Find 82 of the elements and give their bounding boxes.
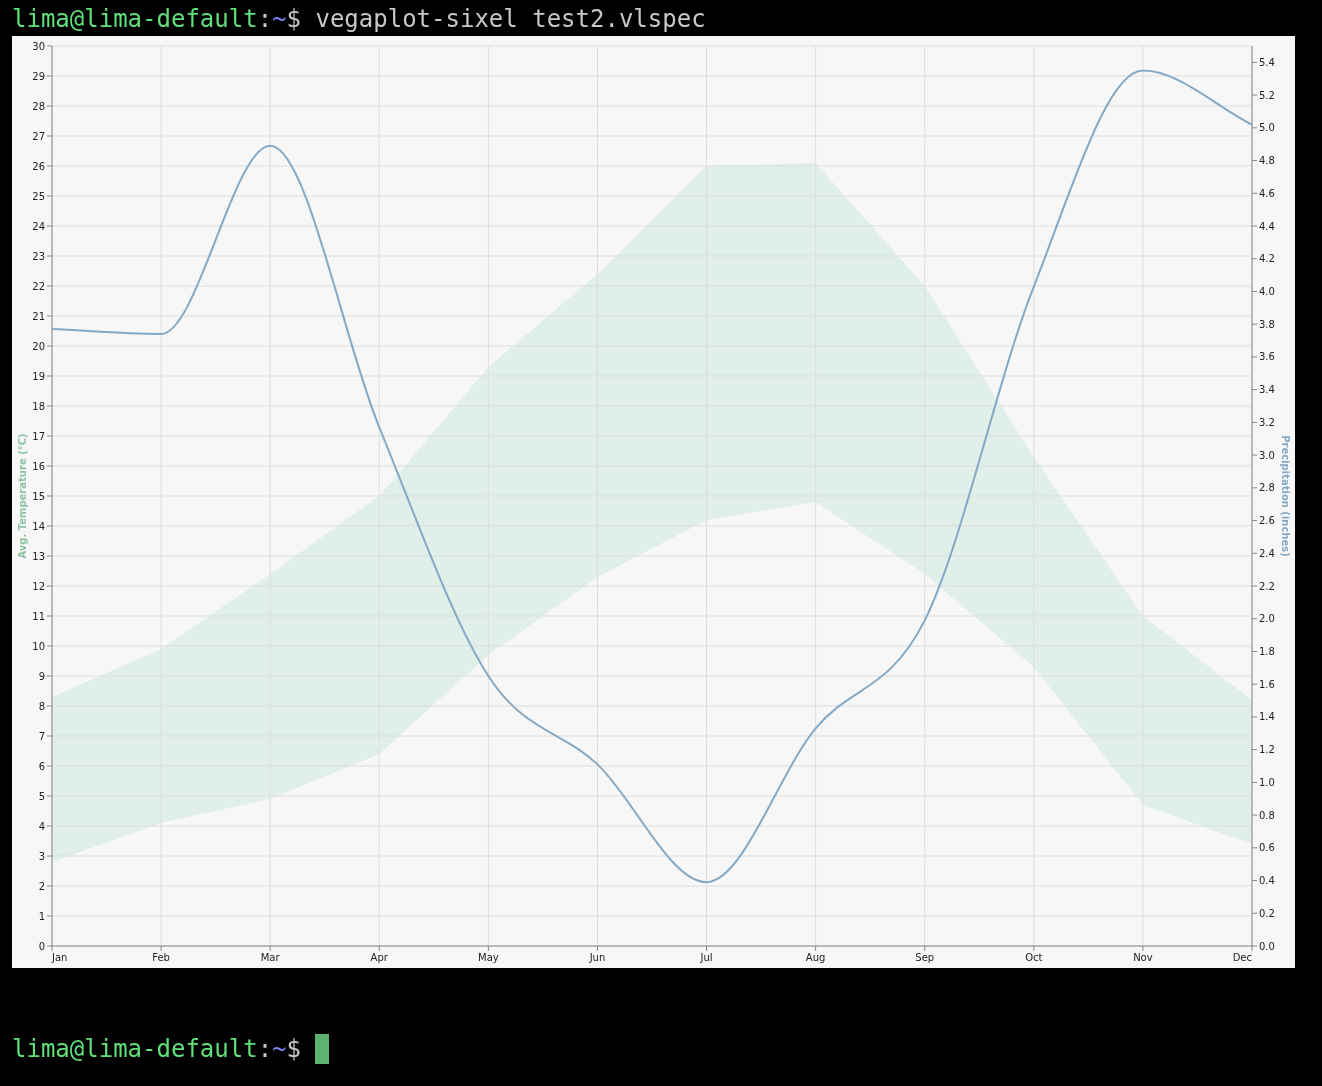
- y-tick-label: 16: [32, 460, 45, 472]
- y-tick-label: 13: [32, 550, 45, 562]
- y2-tick-label: 3.8: [1259, 318, 1275, 330]
- y2-tick-label: 0.2: [1259, 907, 1275, 919]
- x-tick-label: May: [478, 952, 499, 963]
- y2-tick-label: 2.0: [1259, 613, 1275, 625]
- y2-tick-label: 5.0: [1259, 122, 1275, 134]
- y2-tick-label: 4.6: [1259, 187, 1275, 199]
- y-tick-label: 4: [38, 820, 45, 832]
- y-tick-label: 29: [32, 70, 45, 82]
- x-tick-label: Nov: [1133, 952, 1153, 963]
- y2-tick-label: 5.4: [1259, 56, 1275, 68]
- right-axis-title: Precipitation (inches): [1280, 435, 1291, 557]
- y-tick-label: 20: [32, 340, 45, 352]
- x-tick-label: Feb: [152, 952, 170, 963]
- y-tick-label: 27: [32, 130, 45, 142]
- y-tick-label: 17: [32, 430, 45, 442]
- y-tick-label: 5: [38, 790, 45, 802]
- y-tick-label: 22: [32, 280, 45, 292]
- y-tick-label: 26: [32, 160, 45, 172]
- y2-tick-label: 4.4: [1259, 220, 1275, 232]
- x-tick-label: Apr: [370, 952, 388, 963]
- command-text: vegaplot-sixel test2.vlspec: [314, 4, 706, 35]
- y2-tick-label: 0.0: [1259, 940, 1275, 952]
- y2-tick-label: 3.0: [1259, 449, 1275, 461]
- y-tick-label: 7: [38, 730, 45, 742]
- x-tick-label: Jun: [589, 952, 606, 963]
- y2-tick-label: 0.6: [1259, 842, 1275, 854]
- y2-tick-label: 1.8: [1259, 645, 1275, 657]
- x-tick-label: Mar: [260, 952, 280, 963]
- y-tick-label: 15: [32, 490, 45, 502]
- y-tick-label: 10: [32, 640, 45, 652]
- x-tick-label: Sep: [915, 952, 935, 963]
- left-axis-title: Avg. Temperature (°C): [17, 433, 28, 559]
- y2-tick-label: 4.2: [1259, 253, 1275, 265]
- y-tick-label: 23: [32, 250, 45, 262]
- y-tick-label: 11: [32, 610, 45, 622]
- y-tick-label: 1: [38, 910, 45, 922]
- y2-tick-label: 1.0: [1259, 776, 1275, 788]
- y-tick-label: 12: [32, 580, 45, 592]
- y2-tick-label: 2.6: [1259, 515, 1275, 527]
- y2-tick-label: 3.4: [1259, 384, 1275, 396]
- x-tick-label: Jan: [52, 952, 68, 963]
- x-tick-label: Oct: [1025, 952, 1043, 963]
- prompt-symbol: $: [286, 4, 301, 35]
- prompt-separator: :: [257, 1034, 273, 1065]
- y2-tick-label: 5.2: [1259, 89, 1275, 101]
- x-tick-label: Aug: [805, 952, 826, 963]
- x-tick-label: Dec: [1232, 952, 1252, 963]
- y-tick-label: 25: [32, 190, 45, 202]
- y-tick-label: 19: [32, 370, 45, 382]
- y2-tick-label: 2.2: [1259, 580, 1275, 592]
- prompt-user-host: lima@lima-default: [12, 1034, 258, 1065]
- y-tick-label: 28: [32, 100, 45, 112]
- y2-tick-label: 0.4: [1259, 875, 1275, 887]
- y-tick-label: 18: [32, 400, 45, 412]
- y-tick-label: 8: [38, 700, 45, 712]
- prompt-symbol: $: [286, 1034, 301, 1065]
- y2-tick-label: 1.4: [1259, 711, 1275, 723]
- y-tick-label: 14: [32, 520, 45, 532]
- y2-tick-label: 1.6: [1259, 678, 1275, 690]
- y2-tick-label: 1.2: [1259, 744, 1275, 756]
- y-tick-label: 24: [32, 220, 45, 232]
- y-tick-label: 30: [32, 40, 45, 52]
- y2-tick-label: 2.4: [1259, 547, 1275, 559]
- y-tick-label: 0: [38, 940, 45, 952]
- y-tick-label: 3: [38, 850, 45, 862]
- y-tick-label: 21: [32, 310, 45, 322]
- y2-tick-label: 3.6: [1259, 351, 1275, 363]
- prompt-path: ~: [272, 1034, 287, 1065]
- y-tick-label: 2: [38, 880, 45, 892]
- y2-tick-label: 2.8: [1259, 482, 1275, 494]
- prompt-path: ~: [272, 4, 287, 35]
- y-tick-label: 9: [38, 670, 45, 682]
- y-tick-label: 6: [38, 760, 45, 772]
- x-tick-label: Jul: [700, 952, 713, 963]
- y2-tick-label: 4.8: [1259, 155, 1275, 167]
- prompt-user-host: lima@lima-default: [12, 4, 258, 35]
- y2-tick-label: 0.8: [1259, 809, 1275, 821]
- prompt-separator: :: [257, 4, 273, 35]
- y2-tick-label: 4.0: [1259, 285, 1275, 297]
- y2-tick-label: 3.2: [1259, 416, 1275, 428]
